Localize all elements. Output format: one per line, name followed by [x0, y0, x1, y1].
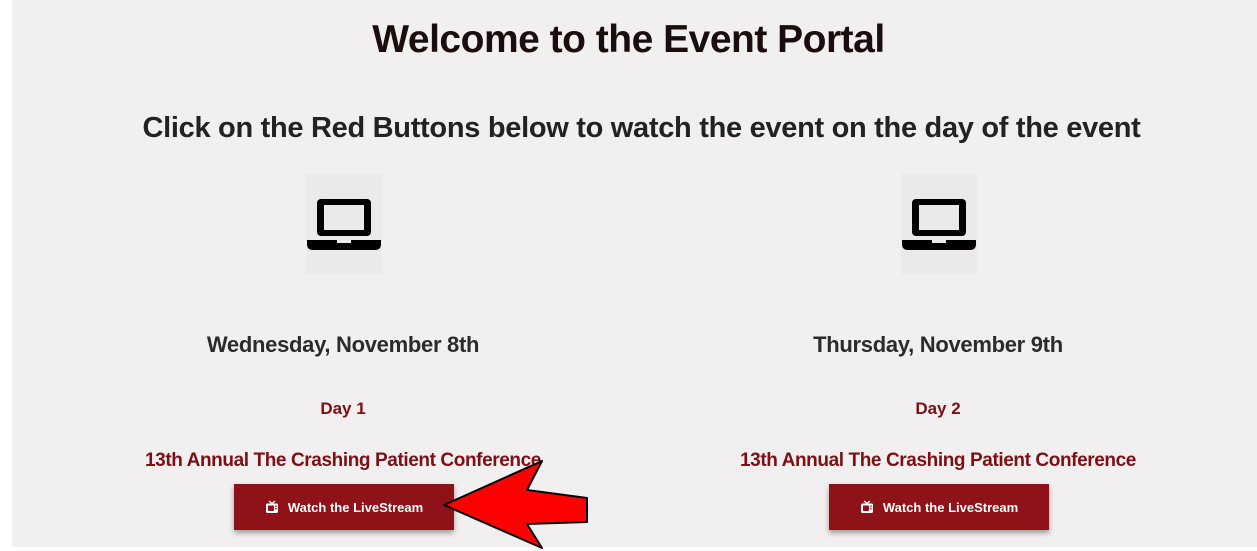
- day-1-button-label: Watch the LiveStream: [287, 499, 424, 515]
- page-subtitle: Click on the Red Buttons below to watch …: [142, 112, 1141, 144]
- day-1-watch-livestream-button[interactable]: Watch the LiveStream: [234, 484, 454, 530]
- tv-icon: [265, 500, 278, 513]
- day-2-conference-title: 13th Annual The Crashing Patient Confere…: [740, 450, 1136, 471]
- laptop-icon: [901, 174, 977, 274]
- day-2-watch-livestream-button[interactable]: Watch the LiveStream: [829, 484, 1049, 530]
- laptop-icon: [306, 174, 382, 274]
- day-2-label: Day 2: [915, 399, 961, 418]
- red-pointer-arrow-icon: [443, 460, 588, 549]
- day-2-date: Thursday, November 9th: [813, 332, 1063, 357]
- page-title: Welcome to the Event Portal: [372, 18, 885, 61]
- day-1-label: Day 1: [320, 399, 366, 418]
- day-1-date: Wednesday, November 8th: [206, 332, 480, 357]
- day-2-button-label: Watch the LiveStream: [882, 499, 1019, 515]
- tv-icon: [860, 500, 873, 513]
